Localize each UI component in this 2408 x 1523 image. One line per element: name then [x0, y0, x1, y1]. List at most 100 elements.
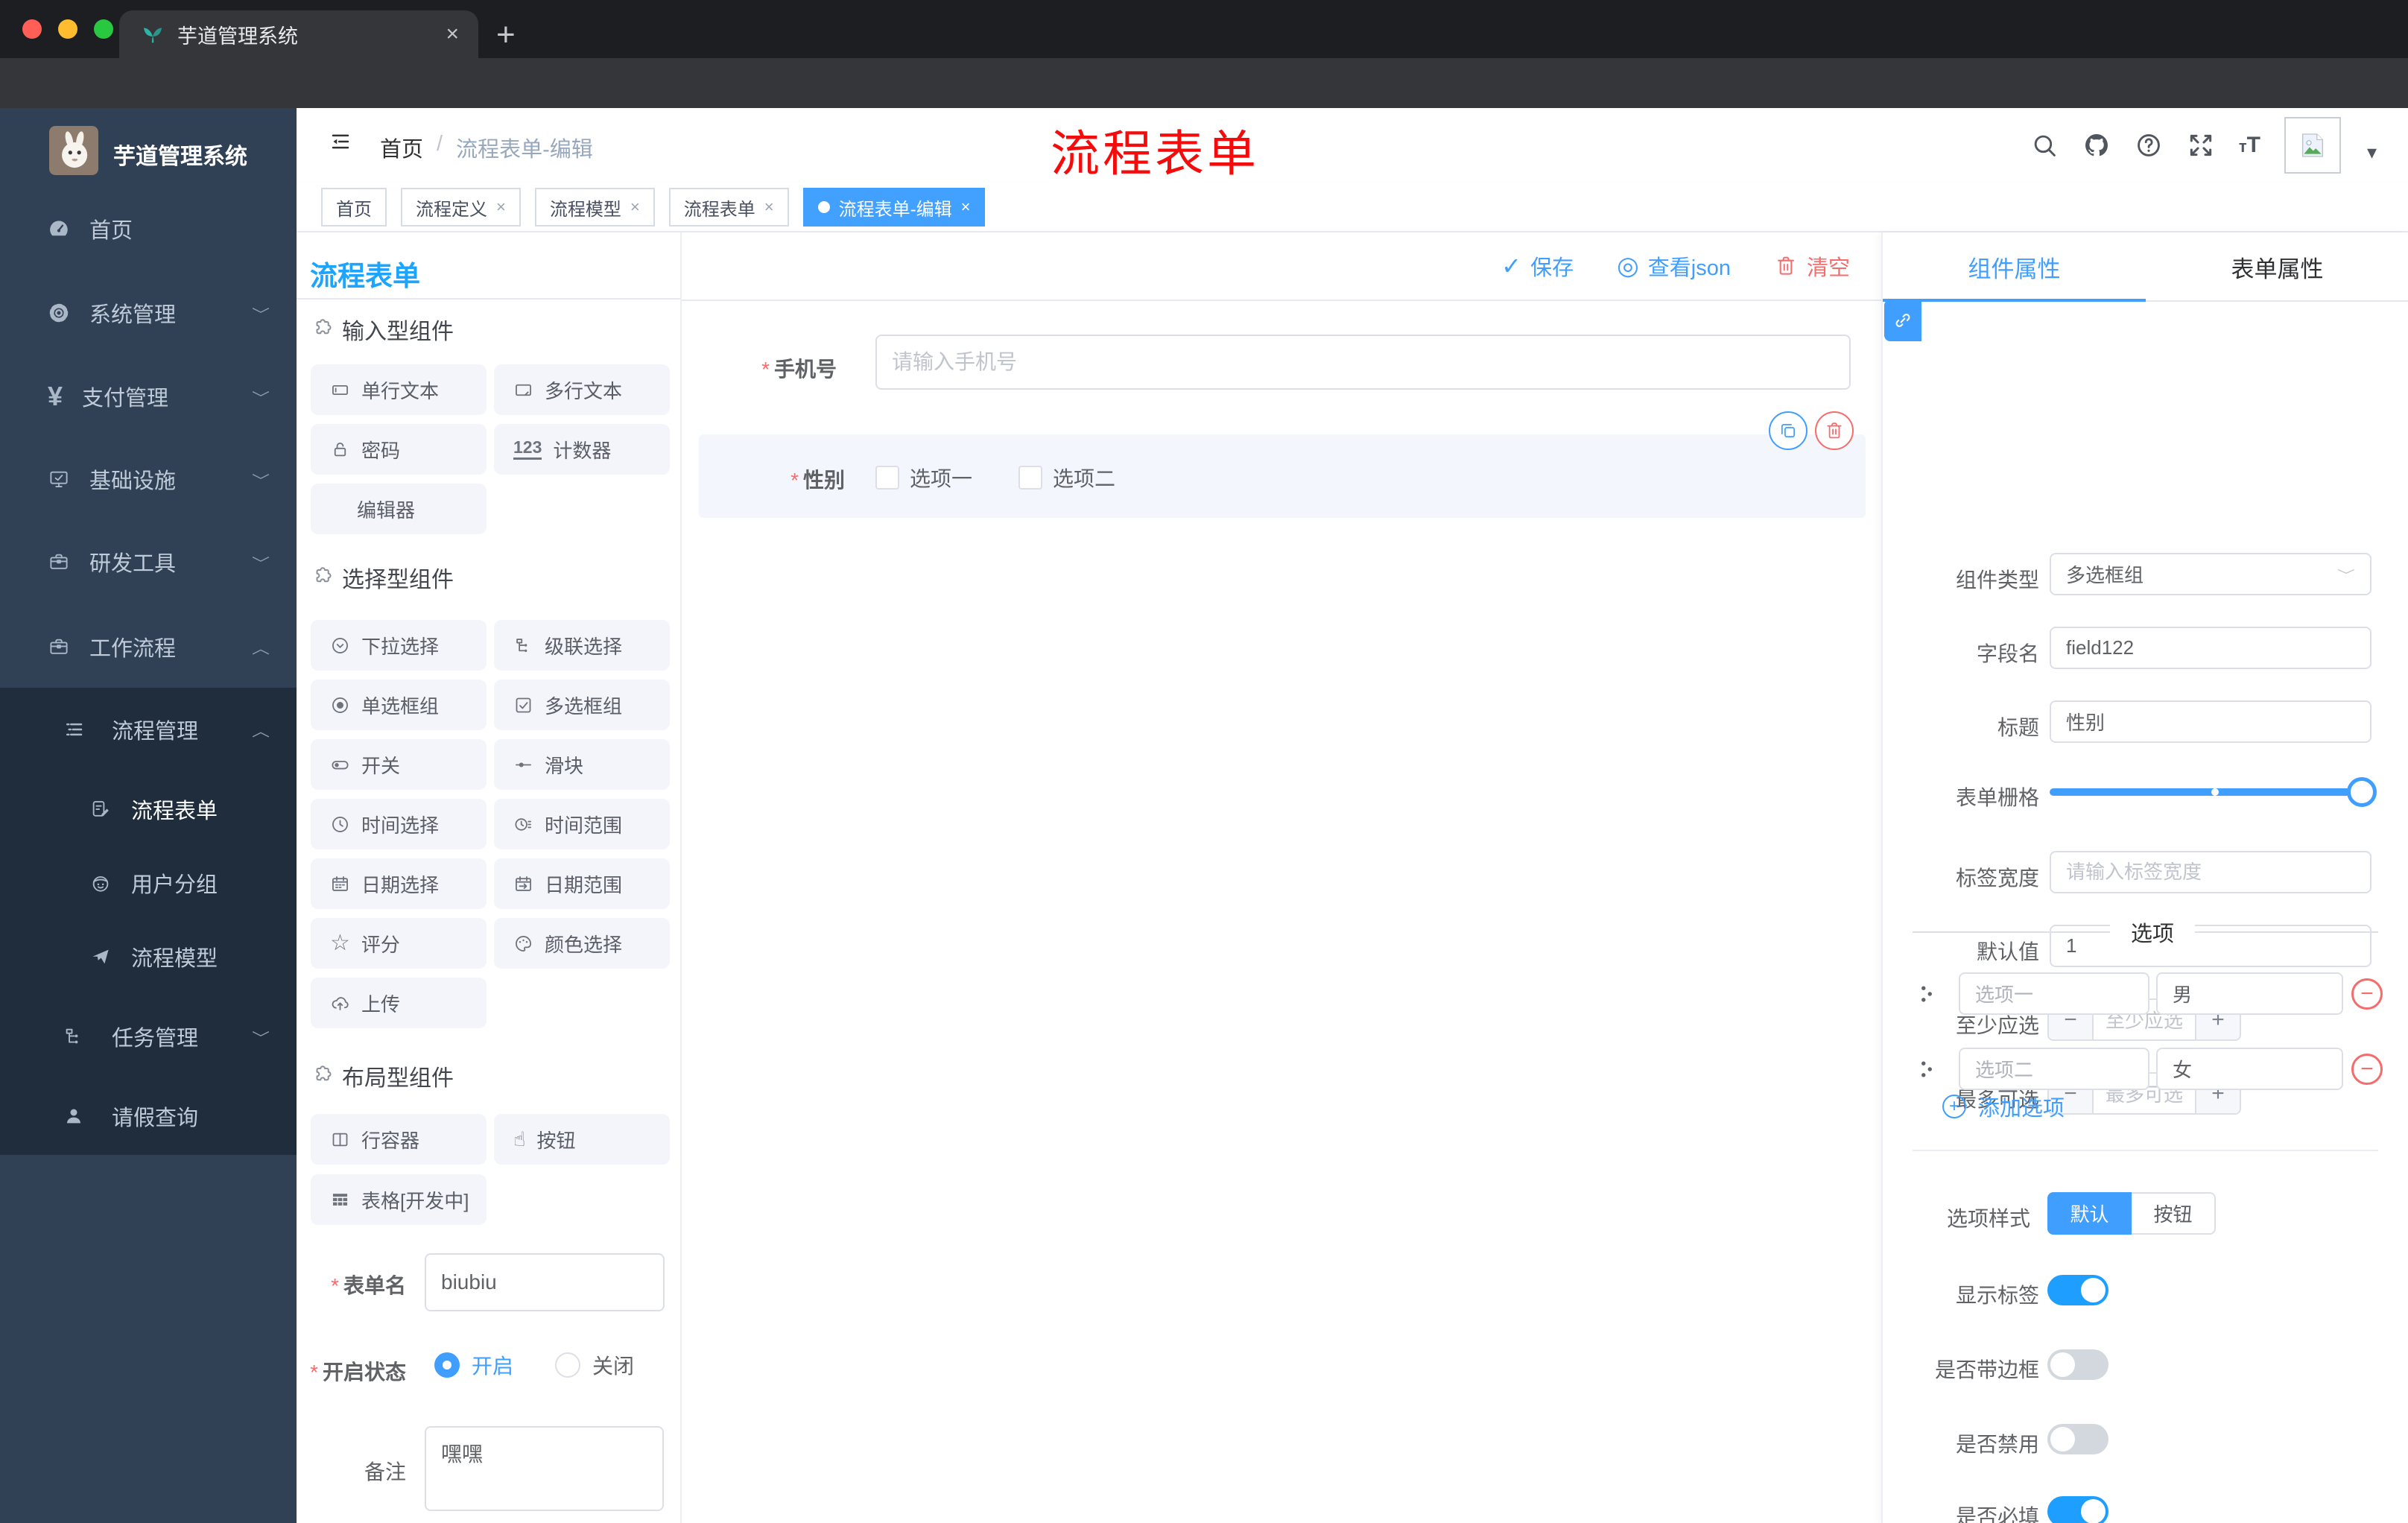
drag-handle-icon[interactable] [1914, 981, 1939, 1007]
radio-selected-icon[interactable] [434, 1352, 460, 1378]
sidebar-item-system[interactable]: 系统管理 ﹀ [0, 274, 297, 352]
status-radio-on[interactable]: 开启 [434, 1350, 513, 1380]
sidebar-item-process-model[interactable]: 流程模型 [0, 918, 297, 995]
disabled-toggle[interactable] [2047, 1424, 2108, 1454]
window-controls[interactable] [22, 19, 113, 39]
selected-component-block[interactable] [699, 434, 1866, 518]
component-card-date-range[interactable]: 日期范围 [494, 858, 670, 909]
sidebar-item-process-form[interactable]: 流程表单 [0, 770, 297, 848]
component-card-slider[interactable]: 滑块 [494, 739, 670, 790]
component-card-color-picker[interactable]: 颜色选择 [494, 918, 670, 969]
tag-home[interactable]: 首页 [321, 188, 387, 227]
tab-component-props[interactable]: 组件属性 [1883, 232, 2146, 302]
remove-option-button[interactable]: − [2351, 1054, 2383, 1085]
sidebar-item-infrastructure[interactable]: 基础设施 ﹀ [0, 440, 297, 518]
github-icon[interactable] [2082, 131, 2111, 159]
component-card-time-range[interactable]: 时间范围 [494, 799, 670, 849]
option-2-label-input[interactable] [1959, 1048, 2149, 1090]
new-tab-button[interactable]: + [496, 16, 516, 54]
form-remark-textarea[interactable]: 嘿嘿 [425, 1426, 664, 1511]
font-size-icon[interactable]: тT [2239, 133, 2260, 158]
view-json-button[interactable]: ◎ 查看json [1617, 250, 1731, 282]
option-1-label-input[interactable] [1959, 972, 2149, 1015]
gender-option-1[interactable]: 选项一 [875, 463, 972, 493]
show-label-toggle[interactable] [2047, 1275, 2108, 1305]
minimize-window-button[interactable] [58, 19, 77, 39]
save-button[interactable]: ✓ 保存 [1501, 250, 1574, 282]
breadcrumb-home[interactable]: 首页 [380, 132, 423, 163]
close-tag-icon[interactable]: × [630, 197, 640, 217]
zoom-window-button[interactable] [94, 19, 113, 39]
tag-process-definition[interactable]: 流程定义 × [401, 188, 521, 227]
style-button-button[interactable]: 按钮 [2132, 1192, 2216, 1235]
component-card-editor[interactable]: 编辑器 [311, 484, 487, 534]
sidebar-brand[interactable]: 芋道管理系统 [0, 108, 297, 197]
component-type-select[interactable]: 多选框组 ﹀ [2050, 553, 2371, 595]
title-input[interactable] [2050, 700, 2371, 743]
field-name-input[interactable] [2050, 627, 2371, 669]
sidebar-item-payment[interactable]: ¥ 支付管理 ﹀ [0, 358, 297, 435]
remove-option-button[interactable]: − [2351, 978, 2383, 1010]
sidebar-item-process-management[interactable]: 流程管理 ︿ [0, 691, 297, 768]
collapse-sidebar-icon[interactable] [329, 130, 352, 153]
clear-button[interactable]: 清空 [1774, 250, 1850, 282]
radio-unselected-icon[interactable] [555, 1352, 580, 1378]
sidebar-item-task-management[interactable]: 任务管理 ﹀ [0, 998, 297, 1075]
component-card-counter[interactable]: 123 计数器 [494, 424, 670, 475]
option-1-value-input[interactable] [2156, 972, 2343, 1015]
component-card-multi-line-text[interactable]: 多行文本 [494, 364, 670, 415]
with-border-toggle[interactable] [2047, 1349, 2108, 1380]
browser-tab[interactable]: 芋道管理系统 × [119, 10, 478, 58]
label-width-input[interactable] [2050, 851, 2371, 893]
component-card-switch[interactable]: 开关 [311, 739, 487, 790]
phone-field-input[interactable] [875, 335, 1851, 390]
component-card-date-picker[interactable]: 日期选择 [311, 858, 487, 909]
sidebar-item-user-group[interactable]: 用户分组 [0, 844, 297, 922]
help-icon[interactable] [2135, 131, 2163, 159]
option-2-value-input[interactable] [2156, 1048, 2343, 1090]
required-toggle[interactable] [2047, 1496, 2108, 1523]
component-card-password[interactable]: 密码 [311, 424, 487, 475]
search-icon[interactable] [2030, 131, 2059, 159]
tag-process-form[interactable]: 流程表单 × [668, 188, 789, 227]
close-window-button[interactable] [22, 19, 42, 39]
close-tag-icon[interactable]: × [961, 197, 971, 217]
link-tag-button[interactable] [1884, 300, 1921, 341]
component-card-cascader[interactable]: 级联选择 [494, 620, 670, 671]
component-card-time-picker[interactable]: 时间选择 [311, 799, 487, 849]
style-default-button[interactable]: 默认 [2047, 1192, 2132, 1235]
tag-process-model[interactable]: 流程模型 × [534, 188, 655, 227]
drag-handle-icon[interactable] [1914, 1057, 1939, 1082]
component-card-radio-group[interactable]: 单选框组 [311, 680, 487, 730]
component-card-upload[interactable]: 上传 [311, 978, 487, 1028]
checkbox-unchecked-icon[interactable] [1018, 466, 1042, 490]
sidebar-item-home[interactable]: 首页 [0, 190, 297, 267]
component-card-checkbox-group[interactable]: 多选框组 [494, 680, 670, 730]
sidebar-item-dev-tools[interactable]: 研发工具 ﹀ [0, 523, 297, 601]
gender-option-2[interactable]: 选项二 [1018, 463, 1115, 493]
component-card-single-line-text[interactable]: 单行文本 [311, 364, 487, 415]
checkbox-unchecked-icon[interactable] [875, 466, 899, 490]
component-card-button[interactable]: ☝ 按钮 [494, 1114, 670, 1165]
close-tag-icon[interactable]: × [496, 197, 506, 217]
tag-process-form-edit[interactable]: 流程表单-编辑 × [802, 188, 986, 227]
user-avatar[interactable] [2284, 117, 2341, 174]
fullscreen-icon[interactable] [2187, 131, 2215, 159]
status-radio-off[interactable]: 关闭 [555, 1350, 634, 1380]
form-grid-slider[interactable] [2050, 777, 2377, 807]
component-card-dropdown[interactable]: 下拉选择 [311, 620, 487, 671]
sidebar-item-workflow[interactable]: 工作流程 ︿ [0, 608, 297, 685]
avatar-dropdown-caret-icon[interactable]: ▾ [2367, 141, 2377, 164]
close-tag-icon[interactable]: × [764, 197, 774, 217]
component-card-table-wip[interactable]: 表格[开发中] [311, 1174, 487, 1225]
tab-form-props[interactable]: 表单属性 [2146, 232, 2408, 302]
component-card-rate[interactable]: ☆ 评分 [311, 918, 487, 969]
sidebar-item-leave-query[interactable]: 请假查询 [0, 1077, 297, 1155]
add-option-button[interactable]: + 添加选项 [1942, 1091, 2065, 1122]
component-card-row-container[interactable]: 行容器 [311, 1114, 487, 1165]
delete-component-button[interactable] [1815, 411, 1854, 450]
slider-handle[interactable] [2347, 777, 2377, 807]
form-name-input[interactable] [425, 1253, 665, 1311]
copy-component-button[interactable] [1769, 411, 1807, 450]
close-tab-icon[interactable]: × [446, 22, 459, 47]
